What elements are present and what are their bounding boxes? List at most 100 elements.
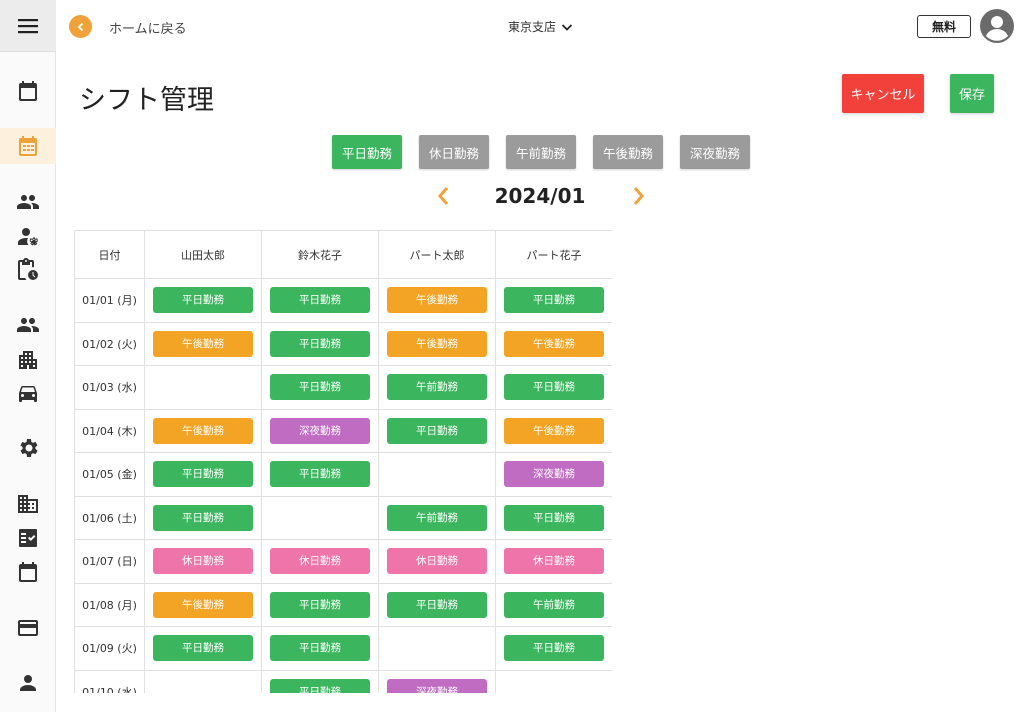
back-button[interactable] xyxy=(69,15,92,38)
shift-cell[interactable]: 午前勤務 xyxy=(378,365,496,410)
sidebar-item-staff[interactable] xyxy=(14,188,42,216)
shift-pill[interactable]: 午後勤務 xyxy=(387,330,487,357)
shift-pill[interactable]: 平日勤務 xyxy=(270,461,370,488)
shift-cell[interactable] xyxy=(144,365,262,410)
shift-cell[interactable]: 午前勤務 xyxy=(495,582,612,627)
shift-pill[interactable]: 平日勤務 xyxy=(153,635,253,662)
shift-cell[interactable]: 午後勤務 xyxy=(378,321,496,366)
shift-cell[interactable] xyxy=(378,452,496,497)
shift-pill[interactable]: 平日勤務 xyxy=(270,374,370,401)
shift-pill[interactable]: 平日勤務 xyxy=(270,678,370,693)
shift-type-tab[interactable]: 午後勤務 xyxy=(593,135,663,169)
shift-pill[interactable]: 午後勤務 xyxy=(153,591,253,618)
shift-pill[interactable]: 平日勤務 xyxy=(504,374,604,401)
shift-cell[interactable]: 深夜勤務 xyxy=(261,408,379,453)
shift-cell[interactable]: 午後勤務 xyxy=(144,321,262,366)
shift-cell[interactable]: 平日勤務 xyxy=(261,582,379,627)
shift-cell[interactable]: 休日勤務 xyxy=(144,539,262,584)
sidebar-item-user-settings[interactable] xyxy=(14,223,42,251)
shift-cell[interactable]: 深夜勤務 xyxy=(495,452,612,497)
shift-pill[interactable]: 休日勤務 xyxy=(153,548,253,575)
shift-pill[interactable]: 平日勤務 xyxy=(153,461,253,488)
shift-pill[interactable]: 休日勤務 xyxy=(270,548,370,575)
shift-cell[interactable]: 平日勤務 xyxy=(261,626,379,671)
shift-cell[interactable]: 午前勤務 xyxy=(378,495,496,540)
shift-pill[interactable]: 午後勤務 xyxy=(504,330,604,357)
shift-table-container[interactable]: 日付 山田太郎 鈴木花子 パート太郎 パート花子 01/01 (月) 平日勤務 平日勤務 午後… xyxy=(74,230,612,693)
shift-pill[interactable]: 午前勤務 xyxy=(504,591,604,618)
shift-pill[interactable]: 平日勤務 xyxy=(387,417,487,444)
plan-badge[interactable]: 無料 xyxy=(917,15,971,38)
shift-cell[interactable]: 平日勤務 xyxy=(261,278,379,323)
shift-pill[interactable]: 深夜勤務 xyxy=(270,417,370,444)
shift-type-tab[interactable]: 平日勤務 xyxy=(332,135,402,169)
prev-month-button[interactable] xyxy=(434,185,454,207)
shift-cell[interactable]: 午後勤務 xyxy=(378,278,496,323)
menu-button[interactable] xyxy=(0,0,56,52)
shift-pill[interactable]: 休日勤務 xyxy=(387,548,487,575)
save-button[interactable]: 保存 xyxy=(950,74,994,113)
shift-pill[interactable]: 午後勤務 xyxy=(504,417,604,444)
sidebar-item-tasks[interactable] xyxy=(14,524,42,552)
shift-pill[interactable]: 休日勤務 xyxy=(504,548,604,575)
shift-cell[interactable]: 平日勤務 xyxy=(144,278,262,323)
shift-cell[interactable]: 平日勤務 xyxy=(261,669,379,693)
shift-cell[interactable]: 休日勤務 xyxy=(378,539,496,584)
sidebar-item-facilities[interactable] xyxy=(14,346,42,374)
shift-pill[interactable]: 平日勤務 xyxy=(270,635,370,662)
shift-cell[interactable] xyxy=(144,669,262,693)
back-link[interactable]: ホームに戻る xyxy=(109,18,187,37)
shift-cell[interactable]: 深夜勤務 xyxy=(378,669,496,693)
shift-cell[interactable]: 平日勤務 xyxy=(261,365,379,410)
shift-cell[interactable]: 平日勤務 xyxy=(378,582,496,627)
shift-cell[interactable] xyxy=(261,495,379,540)
sidebar-item-shift[interactable] xyxy=(14,132,42,160)
shift-cell[interactable]: 平日勤務 xyxy=(495,626,612,671)
sidebar-item-billing[interactable] xyxy=(14,614,42,642)
shift-cell[interactable]: 午後勤務 xyxy=(144,582,262,627)
sidebar-item-settings[interactable] xyxy=(14,434,42,462)
sidebar-item-account[interactable] xyxy=(14,669,42,697)
shift-pill[interactable]: 午前勤務 xyxy=(387,374,487,401)
shift-pill[interactable]: 深夜勤務 xyxy=(504,461,604,488)
shift-pill[interactable]: 平日勤務 xyxy=(504,504,604,531)
shift-type-tab[interactable]: 午前勤務 xyxy=(506,135,576,169)
shift-pill[interactable]: 午後勤務 xyxy=(387,287,487,314)
shift-type-tab[interactable]: 休日勤務 xyxy=(419,135,489,169)
shift-cell[interactable]: 休日勤務 xyxy=(495,539,612,584)
shift-cell[interactable]: 休日勤務 xyxy=(261,539,379,584)
shift-cell[interactable]: 平日勤務 xyxy=(144,626,262,671)
shift-pill[interactable]: 平日勤務 xyxy=(270,330,370,357)
shift-pill[interactable]: 平日勤務 xyxy=(153,504,253,531)
shift-pill[interactable]: 午後勤務 xyxy=(153,330,253,357)
shift-pill[interactable]: 平日勤務 xyxy=(270,287,370,314)
next-month-button[interactable] xyxy=(628,185,648,207)
branch-selector[interactable]: 東京支店 xyxy=(508,18,573,35)
shift-pill[interactable]: 平日勤務 xyxy=(270,591,370,618)
shift-cell[interactable]: 平日勤務 xyxy=(261,321,379,366)
shift-cell[interactable]: 平日勤務 xyxy=(495,365,612,410)
sidebar-item-calendar[interactable] xyxy=(14,77,42,105)
shift-pill[interactable]: 深夜勤務 xyxy=(387,678,487,693)
shift-cell[interactable]: 平日勤務 xyxy=(495,278,612,323)
shift-cell[interactable]: 平日勤務 xyxy=(144,452,262,497)
shift-cell[interactable]: 午後勤務 xyxy=(144,408,262,453)
shift-pill[interactable]: 平日勤務 xyxy=(504,287,604,314)
shift-cell[interactable]: 平日勤務 xyxy=(378,408,496,453)
avatar[interactable] xyxy=(980,9,1014,43)
cancel-button[interactable]: キャンセル xyxy=(842,74,924,113)
shift-pill[interactable]: 平日勤務 xyxy=(387,591,487,618)
shift-cell[interactable]: 平日勤務 xyxy=(495,495,612,540)
shift-cell[interactable] xyxy=(495,669,612,693)
shift-cell[interactable]: 午後勤務 xyxy=(495,408,612,453)
shift-pill[interactable]: 平日勤務 xyxy=(153,287,253,314)
shift-pill[interactable]: 午後勤務 xyxy=(153,417,253,444)
shift-cell[interactable]: 平日勤務 xyxy=(261,452,379,497)
sidebar-item-vehicles[interactable] xyxy=(14,379,42,407)
shift-pill[interactable]: 平日勤務 xyxy=(504,635,604,662)
shift-type-tab[interactable]: 深夜勤務 xyxy=(680,135,750,169)
sidebar-item-company[interactable] xyxy=(14,490,42,518)
shift-pill[interactable]: 午前勤務 xyxy=(387,504,487,531)
sidebar-item-groups[interactable] xyxy=(14,311,42,339)
shift-cell[interactable] xyxy=(378,626,496,671)
